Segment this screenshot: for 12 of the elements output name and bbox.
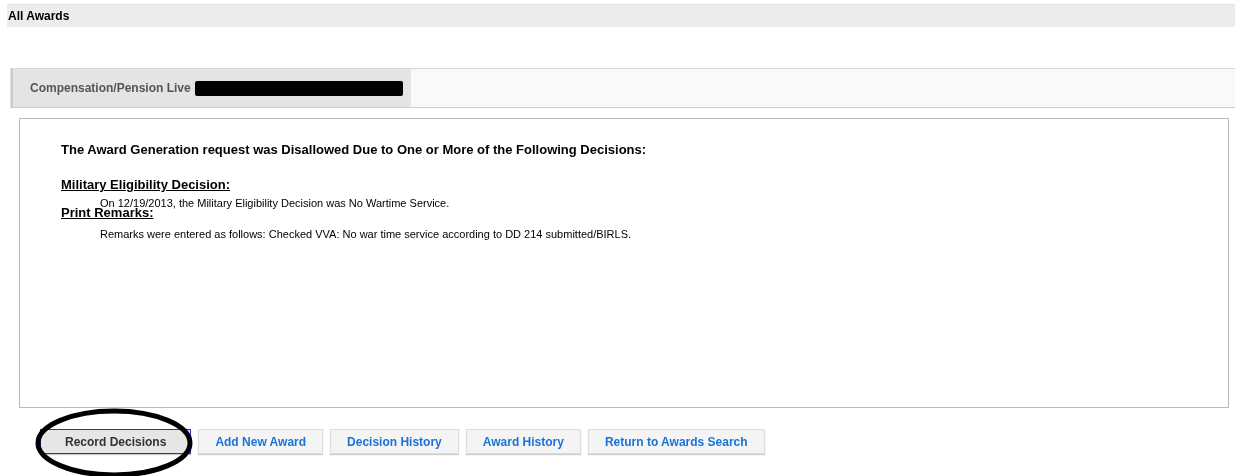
action-button[interactable]: Record Decisions <box>40 429 192 454</box>
page-title: All Awards <box>8 9 70 23</box>
action-button[interactable]: Return to Awards Search <box>587 429 765 454</box>
section-text: Remarks were entered as follows: Checked VVA: No war time service according to DD 214 submitted/BIRLS. <box>99 228 633 241</box>
section-text: On 12/19/2013, the Military Eligibility Decision was No Wartime Service. <box>100 197 451 209</box>
section-title: Military Eligibility Decision: <box>61 178 232 192</box>
message-heading: The Award Generation request was Disallowed Due to One or More of the Following Decisions: <box>61 142 648 157</box>
action-button[interactable]: Decision History <box>330 429 459 454</box>
action-button[interactable]: Add New Award <box>198 429 324 454</box>
tab[interactable]: Compensation/Pension Live <box>11 69 411 107</box>
section-title: Print Remarks: <box>61 206 154 220</box>
action-button[interactable]: Award History <box>465 429 581 454</box>
